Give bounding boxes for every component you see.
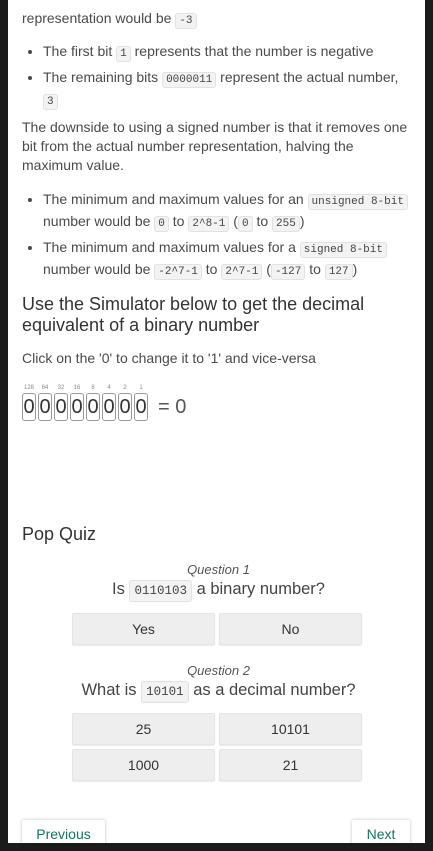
bit-column: 16 0 [70, 383, 84, 421]
code-snippet: 0110103 [129, 580, 192, 602]
code-snippet: 3 [43, 94, 58, 110]
bit-column: 64 0 [38, 383, 52, 421]
code-snippet: unsigned 8-bit [307, 194, 408, 210]
min-max-list: The minimum and maximum values for an un… [22, 190, 415, 286]
bit-toggle[interactable]: 0 [102, 393, 116, 421]
bit-toggle[interactable]: 0 [54, 393, 68, 421]
quiz-heading: Pop Quiz [22, 524, 97, 544]
bit-weight-label: 2 [123, 385, 127, 391]
answer-button[interactable]: 21 [219, 749, 362, 781]
code-snippet: 0 [237, 216, 253, 232]
bit-column: 10 [134, 383, 148, 421]
question-number: Question 2 [187, 663, 250, 678]
bit-weight-label: 64 [41, 385, 49, 391]
code-snippet: 255 [272, 216, 300, 232]
bit-column: 128 0 [22, 383, 36, 421]
bit-column: 20 [118, 383, 132, 421]
question-text: What is 10101 as a decimal number? [22, 681, 415, 703]
bit-toggle[interactable]: 0 [70, 393, 84, 421]
code-snippet: 1 [116, 46, 131, 62]
bit-toggle[interactable]: 0 [38, 393, 52, 421]
bit-weight-label: 1 [139, 385, 143, 391]
bit-toggle[interactable]: 0 [118, 393, 132, 421]
bit-column: 32 0 [54, 383, 68, 421]
answer-button[interactable]: 1000 [72, 749, 215, 781]
signed-bits-list: The first bit 1 represents that the numb… [22, 42, 415, 116]
simulator-heading: Use the Simulator below to get the decim… [22, 294, 365, 335]
list-item: The first bit 1 represents that the numb… [43, 42, 415, 64]
code-snippet: signed 8-bit [299, 242, 387, 258]
bit-weight-label: 32 [57, 385, 65, 391]
code-snippet: -3 [175, 13, 197, 29]
list-item: The minimum and maximum values for a sig… [43, 238, 415, 282]
simulator-instruction: Click on the '0' to change it to '1' and… [22, 350, 316, 366]
answer-button[interactable]: Yes [72, 613, 215, 645]
code-snippet: -127 [270, 264, 306, 280]
answer-button[interactable]: 25 [72, 713, 215, 745]
code-snippet: 2^8-1 [188, 216, 230, 232]
binary-simulator: 128 0 64 0 32 0 16 0 80 40 20 10 = 0 [22, 383, 186, 421]
question-2: Question 2 What is 10101 as a decimal nu… [22, 663, 415, 703]
bit-column: 80 [86, 383, 100, 421]
list-item: The remaining bits 0000011 represent the… [43, 68, 415, 112]
bit-weight-label: 8 [91, 385, 95, 391]
bit-weight-label: 16 [73, 385, 81, 391]
decimal-result: = 0 [158, 396, 187, 418]
code-snippet: -2^7-1 [154, 264, 202, 280]
code-snippet: 0000011 [162, 72, 217, 88]
list-item: The minimum and maximum values for an un… [43, 190, 415, 234]
answer-button[interactable]: 10101 [219, 713, 362, 745]
question-number: Question 1 [187, 562, 250, 577]
previous-button[interactable]: Previous [22, 820, 105, 843]
bit-weight-label: 4 [107, 385, 111, 391]
intro-line: representation would be -3 [22, 10, 197, 29]
bit-toggle[interactable]: 0 [134, 393, 148, 421]
question-text: Is 0110103 a binary number? [22, 580, 415, 602]
next-button[interactable]: Next [352, 820, 410, 843]
answer-button[interactable]: No [219, 613, 362, 645]
question-1: Question 1 Is 0110103 a binary number? [22, 562, 415, 602]
bit-toggle[interactable]: 0 [22, 393, 36, 421]
bit-row: 128 0 64 0 32 0 16 0 80 40 20 10 [22, 383, 148, 421]
downside-paragraph: The downside to using a signed number is… [22, 119, 408, 173]
bit-column: 40 [102, 383, 116, 421]
code-snippet: 2^7-1 [221, 264, 263, 280]
bit-weight-label: 128 [23, 385, 34, 391]
bit-toggle[interactable]: 0 [86, 393, 100, 421]
lesson-page: representation would be -3 The first bit… [8, 0, 425, 843]
code-snippet: 127 [324, 264, 353, 280]
code-snippet: 10101 [141, 681, 189, 703]
code-snippet: 0 [154, 216, 169, 232]
